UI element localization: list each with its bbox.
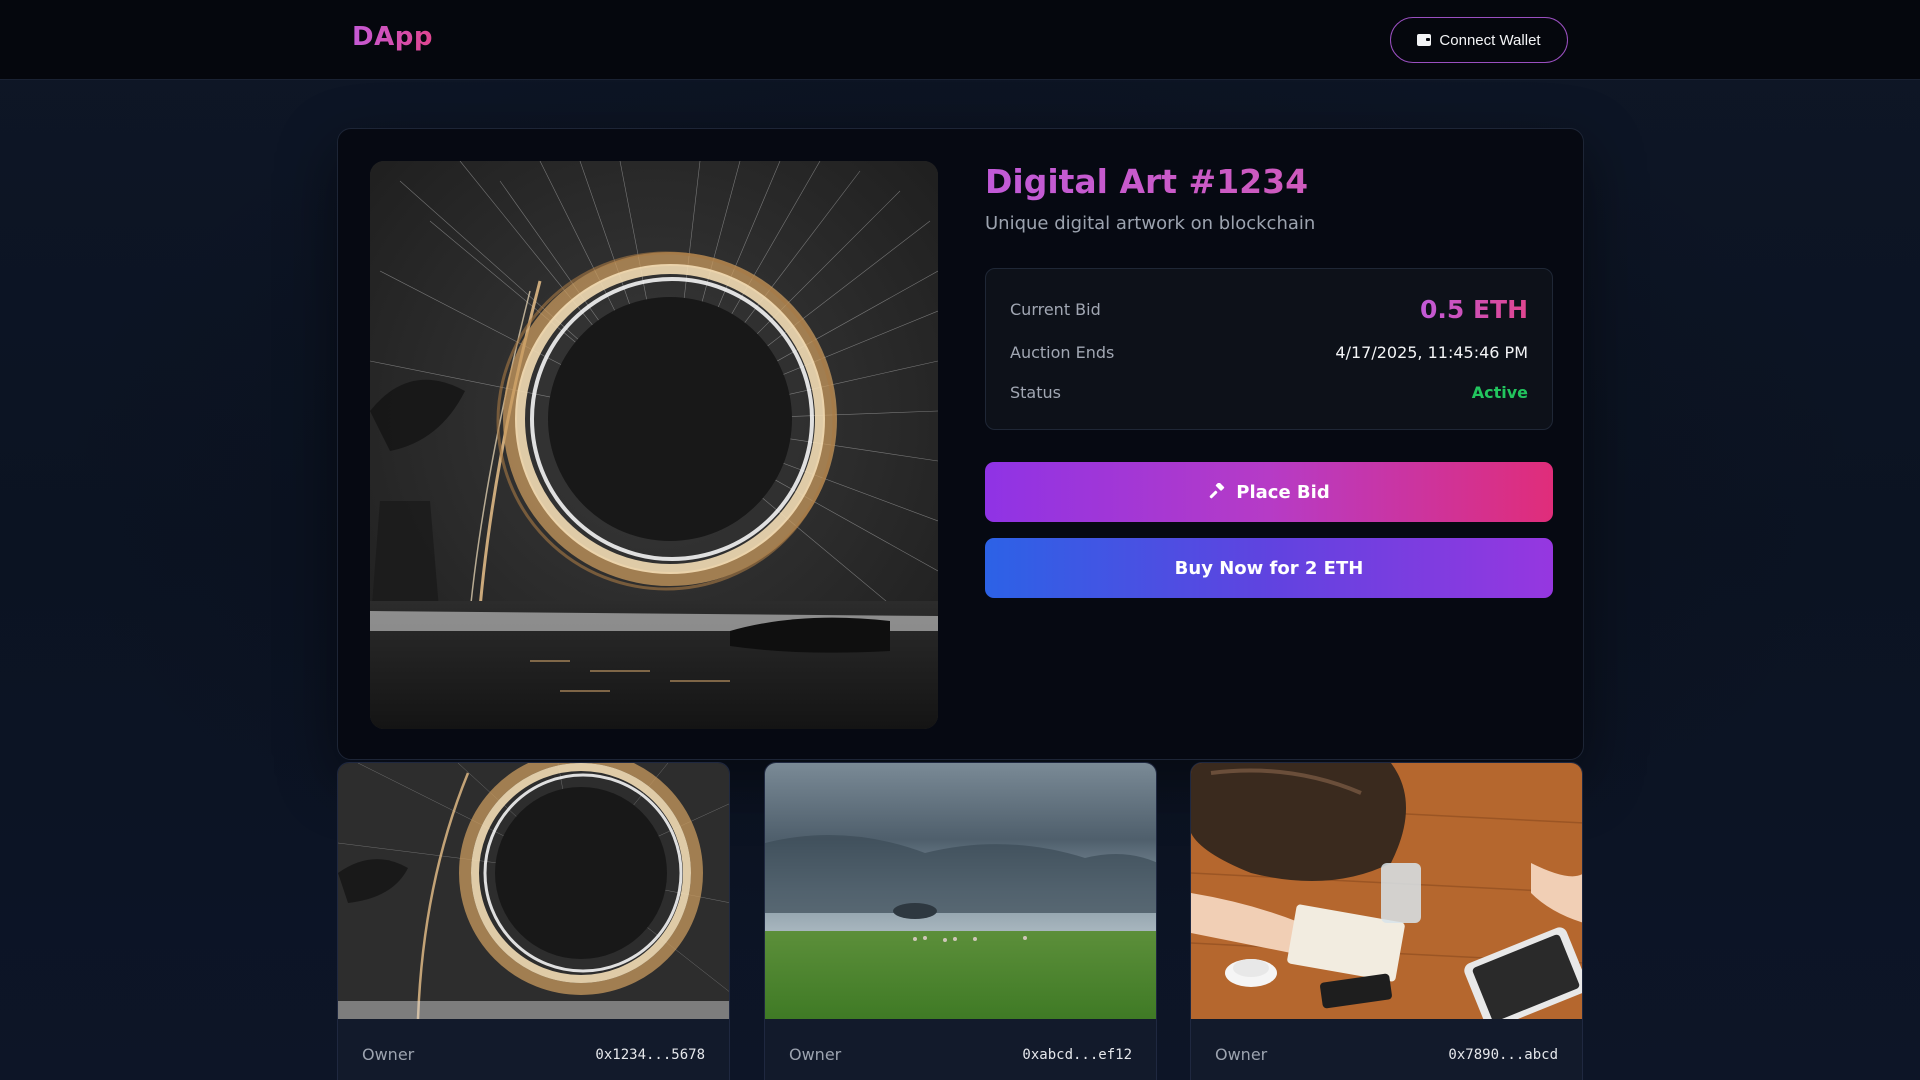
top-navbar: DApp Connect Wallet — [0, 0, 1920, 80]
app-logo[interactable]: DApp — [352, 22, 433, 52]
nft-artwork-image — [370, 161, 938, 729]
owner-address[interactable]: 0x7890...abcd — [1448, 1047, 1558, 1063]
owner-label: Owner — [1215, 1045, 1268, 1064]
current-bid-value: 0.5 ETH — [1419, 295, 1528, 324]
gallery-card[interactable]: Owner 0x7890...abcd — [1190, 762, 1583, 1080]
buy-now-button[interactable]: Buy Now for 2 ETH — [985, 538, 1553, 598]
nft-detail-card: Digital Art #1234 Unique digital artwork… — [337, 128, 1584, 760]
auction-info-box: Current Bid 0.5 ETH Auction Ends 4/17/20… — [985, 268, 1553, 430]
storm-field-thumbnail — [765, 763, 1156, 1019]
nft-description: Unique digital artwork on blockchain — [985, 213, 1316, 234]
gavel-icon — [1209, 483, 1225, 499]
auction-ends-row: Auction Ends 4/17/2025, 11:45:46 PM — [1010, 343, 1528, 362]
gallery-owner-row: Owner 0x1234...5678 — [362, 1045, 705, 1064]
gallery-card-image — [338, 763, 729, 1019]
connect-wallet-button[interactable]: Connect Wallet — [1390, 17, 1568, 63]
gallery-card-image — [765, 763, 1156, 1019]
place-bid-label: Place Bid — [1236, 481, 1330, 503]
gallery-owner-row: Owner 0xabcd...ef12 — [789, 1045, 1132, 1064]
owner-address[interactable]: 0xabcd...ef12 — [1022, 1047, 1132, 1063]
nft-gallery: Owner 0x1234...5678 Owner 0xabcd...ef12 … — [337, 762, 1584, 1080]
connect-wallet-label: Connect Wallet — [1439, 31, 1541, 49]
status-row: Status Active — [1010, 383, 1528, 402]
light-circle-thumbnail — [338, 763, 729, 1019]
page: DApp Connect Wallet Digital Art #1234 Un… — [0, 0, 1920, 1080]
current-bid-label: Current Bid — [1010, 300, 1101, 319]
current-bid-row: Current Bid 0.5 ETH — [1010, 295, 1528, 324]
wallet-icon — [1417, 34, 1432, 46]
status-badge: Active — [1471, 383, 1528, 402]
buy-now-label: Buy Now for 2 ETH — [1174, 557, 1364, 579]
owner-address[interactable]: 0x1234...5678 — [595, 1047, 705, 1063]
nft-details-panel: Digital Art #1234 Unique digital artwork… — [985, 161, 1553, 598]
auction-ends-label: Auction Ends — [1010, 343, 1115, 362]
gallery-card-image — [1191, 763, 1582, 1019]
gallery-card[interactable]: Owner 0xabcd...ef12 — [764, 762, 1157, 1080]
owner-label: Owner — [789, 1045, 842, 1064]
gallery-card[interactable]: Owner 0x1234...5678 — [337, 762, 730, 1080]
status-label: Status — [1010, 383, 1061, 402]
gallery-owner-row: Owner 0x7890...abcd — [1215, 1045, 1558, 1064]
owner-label: Owner — [362, 1045, 415, 1064]
nft-title: Digital Art #1234 — [985, 161, 1553, 203]
light-circle-artwork — [370, 161, 938, 729]
auction-ends-value: 4/17/2025, 11:45:46 PM — [1335, 343, 1528, 362]
table-workspace-thumbnail — [1191, 763, 1582, 1019]
place-bid-button[interactable]: Place Bid — [985, 462, 1553, 522]
